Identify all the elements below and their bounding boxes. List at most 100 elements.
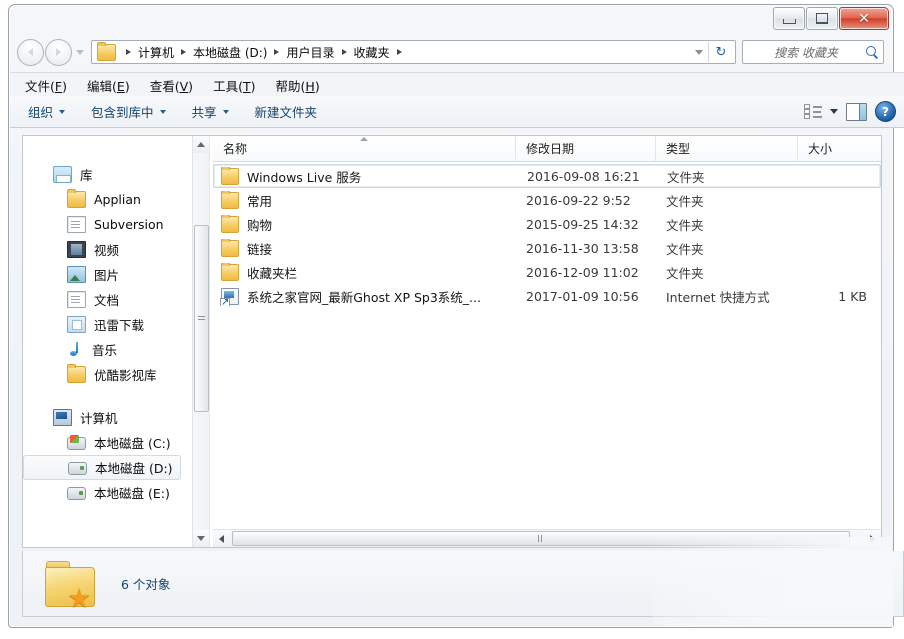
sidebar-item-drive-d[interactable]: 本地磁盘 (D:)	[23, 455, 181, 480]
recent-locations-button[interactable]	[74, 50, 86, 55]
new-folder-label: 新建文件夹	[255, 102, 318, 121]
file-list-pane: 名称 修改日期 类型 大小 W	[213, 136, 881, 547]
sidebar-item-drive-e[interactable]: 本地磁盘 (E:)	[23, 480, 193, 505]
preview-pane-icon[interactable]	[846, 103, 867, 121]
back-button[interactable]	[17, 39, 44, 66]
sidebar-group-computer[interactable]: 计算机	[23, 405, 193, 430]
maximize-button[interactable]	[806, 7, 838, 30]
menu-item-edit[interactable]: 编辑(E)	[84, 74, 133, 97]
column-header-label: 修改日期	[526, 140, 574, 157]
document-icon	[67, 216, 86, 233]
scroll-down-button[interactable]	[193, 530, 209, 547]
include-in-library-button[interactable]: 包含到库中	[91, 102, 166, 121]
menu-item-help[interactable]: 帮助(H)	[273, 74, 323, 97]
address-dropdown-button[interactable]	[690, 50, 708, 55]
share-button[interactable]: 共享	[192, 102, 229, 121]
breadcrumb-item-2[interactable]: 用户目录	[283, 43, 337, 62]
triangle-down-icon	[197, 536, 205, 541]
new-folder-button[interactable]: 新建文件夹	[255, 102, 318, 121]
sidebar-item-label: 文档	[94, 290, 119, 309]
command-toolbar: 组织 包含到库中 共享 新建文件夹	[10, 96, 904, 128]
minimize-icon	[783, 19, 796, 24]
sidebar-item-subversion[interactable]: Subversion	[23, 212, 193, 237]
table-row[interactable]: 收藏夹栏 2016-12-09 11:02 文件夹	[213, 260, 881, 284]
video-icon	[67, 241, 86, 258]
sidebar-item-label: 本地磁盘 (D:)	[95, 458, 173, 477]
view-options-chevron-down-icon[interactable]	[830, 109, 838, 114]
menu-item-tools[interactable]: 工具(T)	[210, 74, 258, 97]
search-box[interactable]: 搜索 收藏夹	[742, 40, 884, 64]
status-item-count: 6 个对象	[121, 574, 170, 593]
column-header-name[interactable]: 名称	[213, 136, 516, 161]
organize-button[interactable]: 组织	[28, 102, 65, 121]
navigation-buttons	[17, 39, 86, 66]
system-drive-icon	[67, 437, 86, 450]
address-input[interactable]: 计算机 本地磁盘 (D:) 用户目录 收藏夹 ↻	[91, 40, 736, 64]
table-row[interactable]: 购物 2015-09-25 14:32 文件夹	[213, 212, 881, 236]
download-icon	[67, 316, 86, 333]
hscrollbar-thumb[interactable]	[232, 531, 850, 546]
explorer-body: 库 Applian Subversion 视频	[22, 135, 882, 548]
file-type-cell: 文件夹	[656, 191, 798, 210]
grip-icon	[198, 316, 205, 322]
sidebar-item-applian[interactable]: Applian	[23, 187, 193, 212]
table-row[interactable]: Windows Live 服务 2016-09-08 16:21 文件夹	[213, 164, 881, 188]
sidebar-group-library[interactable]: 库	[23, 162, 193, 187]
menu-item-view[interactable]: 查看(V)	[147, 74, 196, 97]
sidebar-item-music[interactable]: 音乐	[23, 337, 193, 362]
breadcrumb-separator-icon	[126, 49, 131, 55]
drive-icon	[68, 462, 87, 475]
sidebar-vertical-scrollbar[interactable]	[192, 136, 209, 547]
chevron-down-icon	[59, 110, 65, 114]
file-list-horizontal-scrollbar[interactable]	[213, 529, 881, 547]
scrollbar-thumb[interactable]	[194, 225, 209, 412]
share-label: 共享	[192, 102, 217, 121]
scroll-right-button[interactable]	[864, 530, 881, 547]
breadcrumb-item-0[interactable]: 计算机	[135, 43, 177, 62]
table-row[interactable]: 链接 2016-11-30 13:58 文件夹	[213, 236, 881, 260]
drive-icon	[67, 487, 86, 500]
screenshot-root: ✕ 计算机 本地磁盘 (D:) 用户	[0, 0, 904, 639]
sidebar-item-drive-c[interactable]: 本地磁盘 (C:)	[23, 430, 193, 455]
picture-icon	[67, 266, 86, 283]
column-header-size[interactable]: 大小	[798, 136, 881, 161]
scroll-up-button[interactable]	[193, 136, 209, 153]
scrollbar-track[interactable]	[193, 153, 209, 530]
breadcrumb-separator-icon	[274, 49, 279, 55]
sidebar-item-documents[interactable]: 文档	[23, 287, 193, 312]
sidebar-item-videos[interactable]: 视频	[23, 237, 193, 262]
table-row[interactable]: 常用 2016-09-22 9:52 文件夹	[213, 188, 881, 212]
triangle-up-icon	[197, 142, 205, 147]
close-button[interactable]: ✕	[839, 7, 889, 30]
include-in-library-label: 包含到库中	[91, 102, 154, 121]
column-header-type[interactable]: 类型	[656, 136, 798, 161]
minimize-button[interactable]	[773, 7, 805, 30]
folder-icon	[67, 191, 86, 208]
menu-key-view: V	[180, 79, 189, 94]
computer-icon	[53, 409, 72, 426]
sidebar-group-label-library: 库	[80, 165, 93, 184]
sidebar-item-pictures[interactable]: 图片	[23, 262, 193, 287]
forward-button[interactable]	[45, 39, 72, 66]
hscrollbar-track[interactable]	[230, 530, 864, 547]
organize-label: 组织	[28, 102, 53, 121]
search-input[interactable]: 搜索 收藏夹	[747, 44, 865, 61]
menu-item-file[interactable]: 文件(F)	[22, 74, 70, 97]
menu-label-file: 文件	[25, 79, 50, 94]
column-header-date[interactable]: 修改日期	[516, 136, 656, 161]
file-name-cell: 链接	[213, 239, 516, 258]
sidebar-item-youku-library[interactable]: 优酷影视库	[23, 362, 193, 387]
triangle-right-icon	[870, 535, 875, 543]
file-name-label: 常用	[247, 191, 272, 210]
scroll-left-button[interactable]	[213, 530, 230, 547]
table-row[interactable]: 系统之家官网_最新Ghost XP Sp3系统_... 2017-01-09 1…	[213, 284, 881, 308]
address-bar-row: 计算机 本地磁盘 (D:) 用户目录 收藏夹 ↻ 搜索 收藏夹	[9, 32, 893, 72]
file-type-cell: 文件夹	[656, 239, 798, 258]
view-options-icon[interactable]	[804, 103, 822, 120]
breadcrumb-item-3[interactable]: 收藏夹	[351, 43, 393, 62]
refresh-button[interactable]: ↻	[708, 42, 733, 62]
help-icon[interactable]: ?	[875, 101, 896, 122]
file-date-cell: 2016-12-09 11:02	[516, 265, 656, 280]
sidebar-item-thunder-downloads[interactable]: 迅雷下载	[23, 312, 193, 337]
breadcrumb-item-1[interactable]: 本地磁盘 (D:)	[190, 43, 270, 62]
